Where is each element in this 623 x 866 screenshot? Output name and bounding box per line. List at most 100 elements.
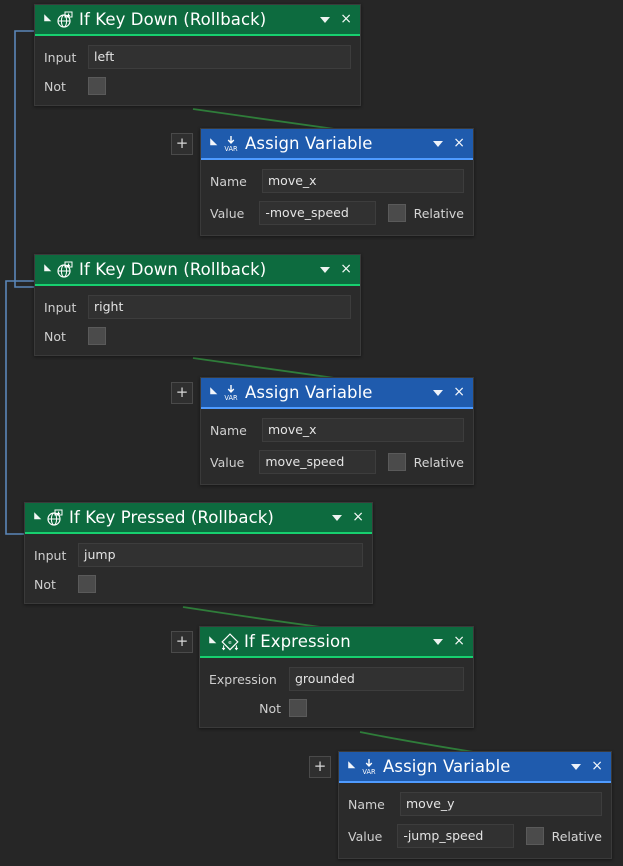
name-field[interactable]: move_y xyxy=(400,792,602,816)
relative-label: Relative xyxy=(413,454,464,470)
node-body: Name move_x Value move_speed Relative xyxy=(201,409,473,484)
collapse-triangle-icon[interactable] xyxy=(40,264,52,275)
not-label: Not xyxy=(44,78,66,94)
name-label: Name xyxy=(210,422,247,438)
relative-checkbox[interactable] xyxy=(387,204,406,222)
relative-checkbox[interactable] xyxy=(387,453,406,471)
node-if-key-down-left[interactable]: If Key Down (Rollback) × Input left Not xyxy=(34,4,361,106)
chevron-down-icon[interactable] xyxy=(433,389,444,396)
node-assign-variable-1[interactable]: VAR Assign Variable × Name move_x Value … xyxy=(200,128,474,236)
field-row-not: Not xyxy=(44,77,351,95)
value-field[interactable]: -jump_speed xyxy=(397,824,514,848)
key-rollback-icon xyxy=(47,509,63,526)
node-body: Name move_x Value -move_speed Relative xyxy=(201,160,473,235)
field-row-not: Not xyxy=(34,575,363,593)
close-icon[interactable]: × xyxy=(337,262,355,278)
add-action-button-1[interactable]: + xyxy=(171,133,193,155)
chevron-down-icon[interactable] xyxy=(332,514,343,521)
collapse-triangle-icon[interactable] xyxy=(205,636,217,647)
field-row-value: Value move_speed Relative xyxy=(210,450,464,474)
input-label: Input xyxy=(44,49,77,65)
node-title-bar[interactable]: e If Expression × xyxy=(200,627,473,656)
value-field[interactable]: move_speed xyxy=(259,450,376,474)
field-row-not: Not xyxy=(209,699,464,717)
node-title-label: If Key Down (Rollback) xyxy=(79,10,267,29)
collapse-triangle-icon[interactable] xyxy=(206,387,218,398)
chevron-down-icon[interactable] xyxy=(433,638,444,645)
node-title-bar[interactable]: If Key Pressed (Rollback) × xyxy=(25,503,372,532)
close-icon[interactable]: × xyxy=(588,759,606,775)
var-assign-icon: VAR xyxy=(224,384,238,402)
name-field[interactable]: move_x xyxy=(262,418,464,442)
node-assign-variable-2[interactable]: VAR Assign Variable × Name move_x Value … xyxy=(200,377,474,485)
key-rollback-icon xyxy=(57,261,73,278)
node-title-label: If Key Pressed (Rollback) xyxy=(69,508,274,527)
collapse-triangle-icon[interactable] xyxy=(40,14,52,25)
node-assign-variable-3[interactable]: VAR Assign Variable × Name move_y Value … xyxy=(338,751,612,859)
name-field[interactable]: move_x xyxy=(262,169,464,193)
svg-text:e: e xyxy=(228,640,232,646)
node-body: Name move_y Value -jump_speed Relative xyxy=(339,783,611,858)
relative-label: Relative xyxy=(413,205,464,221)
not-checkbox[interactable] xyxy=(289,699,307,717)
input-field[interactable]: right xyxy=(88,295,351,319)
close-icon[interactable]: × xyxy=(450,136,468,152)
field-row-input: Input left xyxy=(44,45,351,69)
not-label: Not xyxy=(259,700,281,716)
chevron-down-icon[interactable] xyxy=(571,763,582,770)
field-row-value: Value -jump_speed Relative xyxy=(348,824,602,848)
chevron-down-icon[interactable] xyxy=(433,140,444,147)
add-action-button-4[interactable]: + xyxy=(309,756,331,778)
value-label: Value xyxy=(210,205,245,221)
node-if-key-pressed[interactable]: If Key Pressed (Rollback) × Input jump N… xyxy=(24,502,373,604)
var-assign-icon: VAR xyxy=(362,758,376,776)
field-row-name: Name move_x xyxy=(210,418,464,442)
value-label: Value xyxy=(348,828,383,844)
not-label: Not xyxy=(44,328,66,344)
node-graph-canvas[interactable]: If Key Down (Rollback) × Input left Not … xyxy=(0,0,623,866)
svg-text:VAR: VAR xyxy=(224,145,238,153)
node-title-bar[interactable]: VAR Assign Variable × xyxy=(339,752,611,781)
field-row-input: Input right xyxy=(44,295,351,319)
node-body: Expression grounded Not xyxy=(200,658,473,727)
close-icon[interactable]: × xyxy=(450,634,468,650)
node-title-label: Assign Variable xyxy=(383,757,511,776)
input-label: Input xyxy=(34,547,67,563)
input-label: Input xyxy=(44,299,77,315)
add-action-button-2[interactable]: + xyxy=(171,382,193,404)
node-title-bar[interactable]: If Key Down (Rollback) × xyxy=(35,5,360,34)
node-title-bar[interactable]: If Key Down (Rollback) × xyxy=(35,255,360,284)
close-icon[interactable]: × xyxy=(349,510,367,526)
add-action-button-3[interactable]: + xyxy=(171,631,193,653)
expression-field[interactable]: grounded xyxy=(289,667,464,691)
value-field[interactable]: -move_speed xyxy=(259,201,376,225)
node-title-bar[interactable]: VAR Assign Variable × xyxy=(201,129,473,158)
name-label: Name xyxy=(348,796,385,812)
collapse-triangle-icon[interactable] xyxy=(206,138,218,149)
collapse-triangle-icon[interactable] xyxy=(344,761,356,772)
chevron-down-icon[interactable] xyxy=(320,16,331,23)
value-label: Value xyxy=(210,454,245,470)
close-icon[interactable]: × xyxy=(450,385,468,401)
not-checkbox[interactable] xyxy=(78,575,96,593)
node-if-expression[interactable]: e If Expression × Expression grounded No… xyxy=(199,626,474,728)
input-field[interactable]: left xyxy=(88,45,351,69)
chevron-down-icon[interactable] xyxy=(320,266,331,273)
input-field[interactable]: jump xyxy=(78,543,363,567)
not-checkbox[interactable] xyxy=(88,327,106,345)
node-if-key-down-right[interactable]: If Key Down (Rollback) × Input right Not xyxy=(34,254,361,356)
collapse-triangle-icon[interactable] xyxy=(30,512,42,523)
node-title-label: Assign Variable xyxy=(245,383,373,402)
not-label: Not xyxy=(34,576,56,592)
node-title-bar[interactable]: VAR Assign Variable × xyxy=(201,378,473,407)
relative-label: Relative xyxy=(551,828,602,844)
close-icon[interactable]: × xyxy=(337,12,355,28)
var-assign-icon: VAR xyxy=(224,135,238,153)
field-row-name: Name move_y xyxy=(348,792,602,816)
field-row-not: Not xyxy=(44,327,351,345)
name-label: Name xyxy=(210,173,247,189)
not-checkbox[interactable] xyxy=(88,77,106,95)
relative-checkbox[interactable] xyxy=(525,827,544,845)
node-title-label: If Expression xyxy=(244,632,351,651)
svg-text:VAR: VAR xyxy=(362,768,376,776)
